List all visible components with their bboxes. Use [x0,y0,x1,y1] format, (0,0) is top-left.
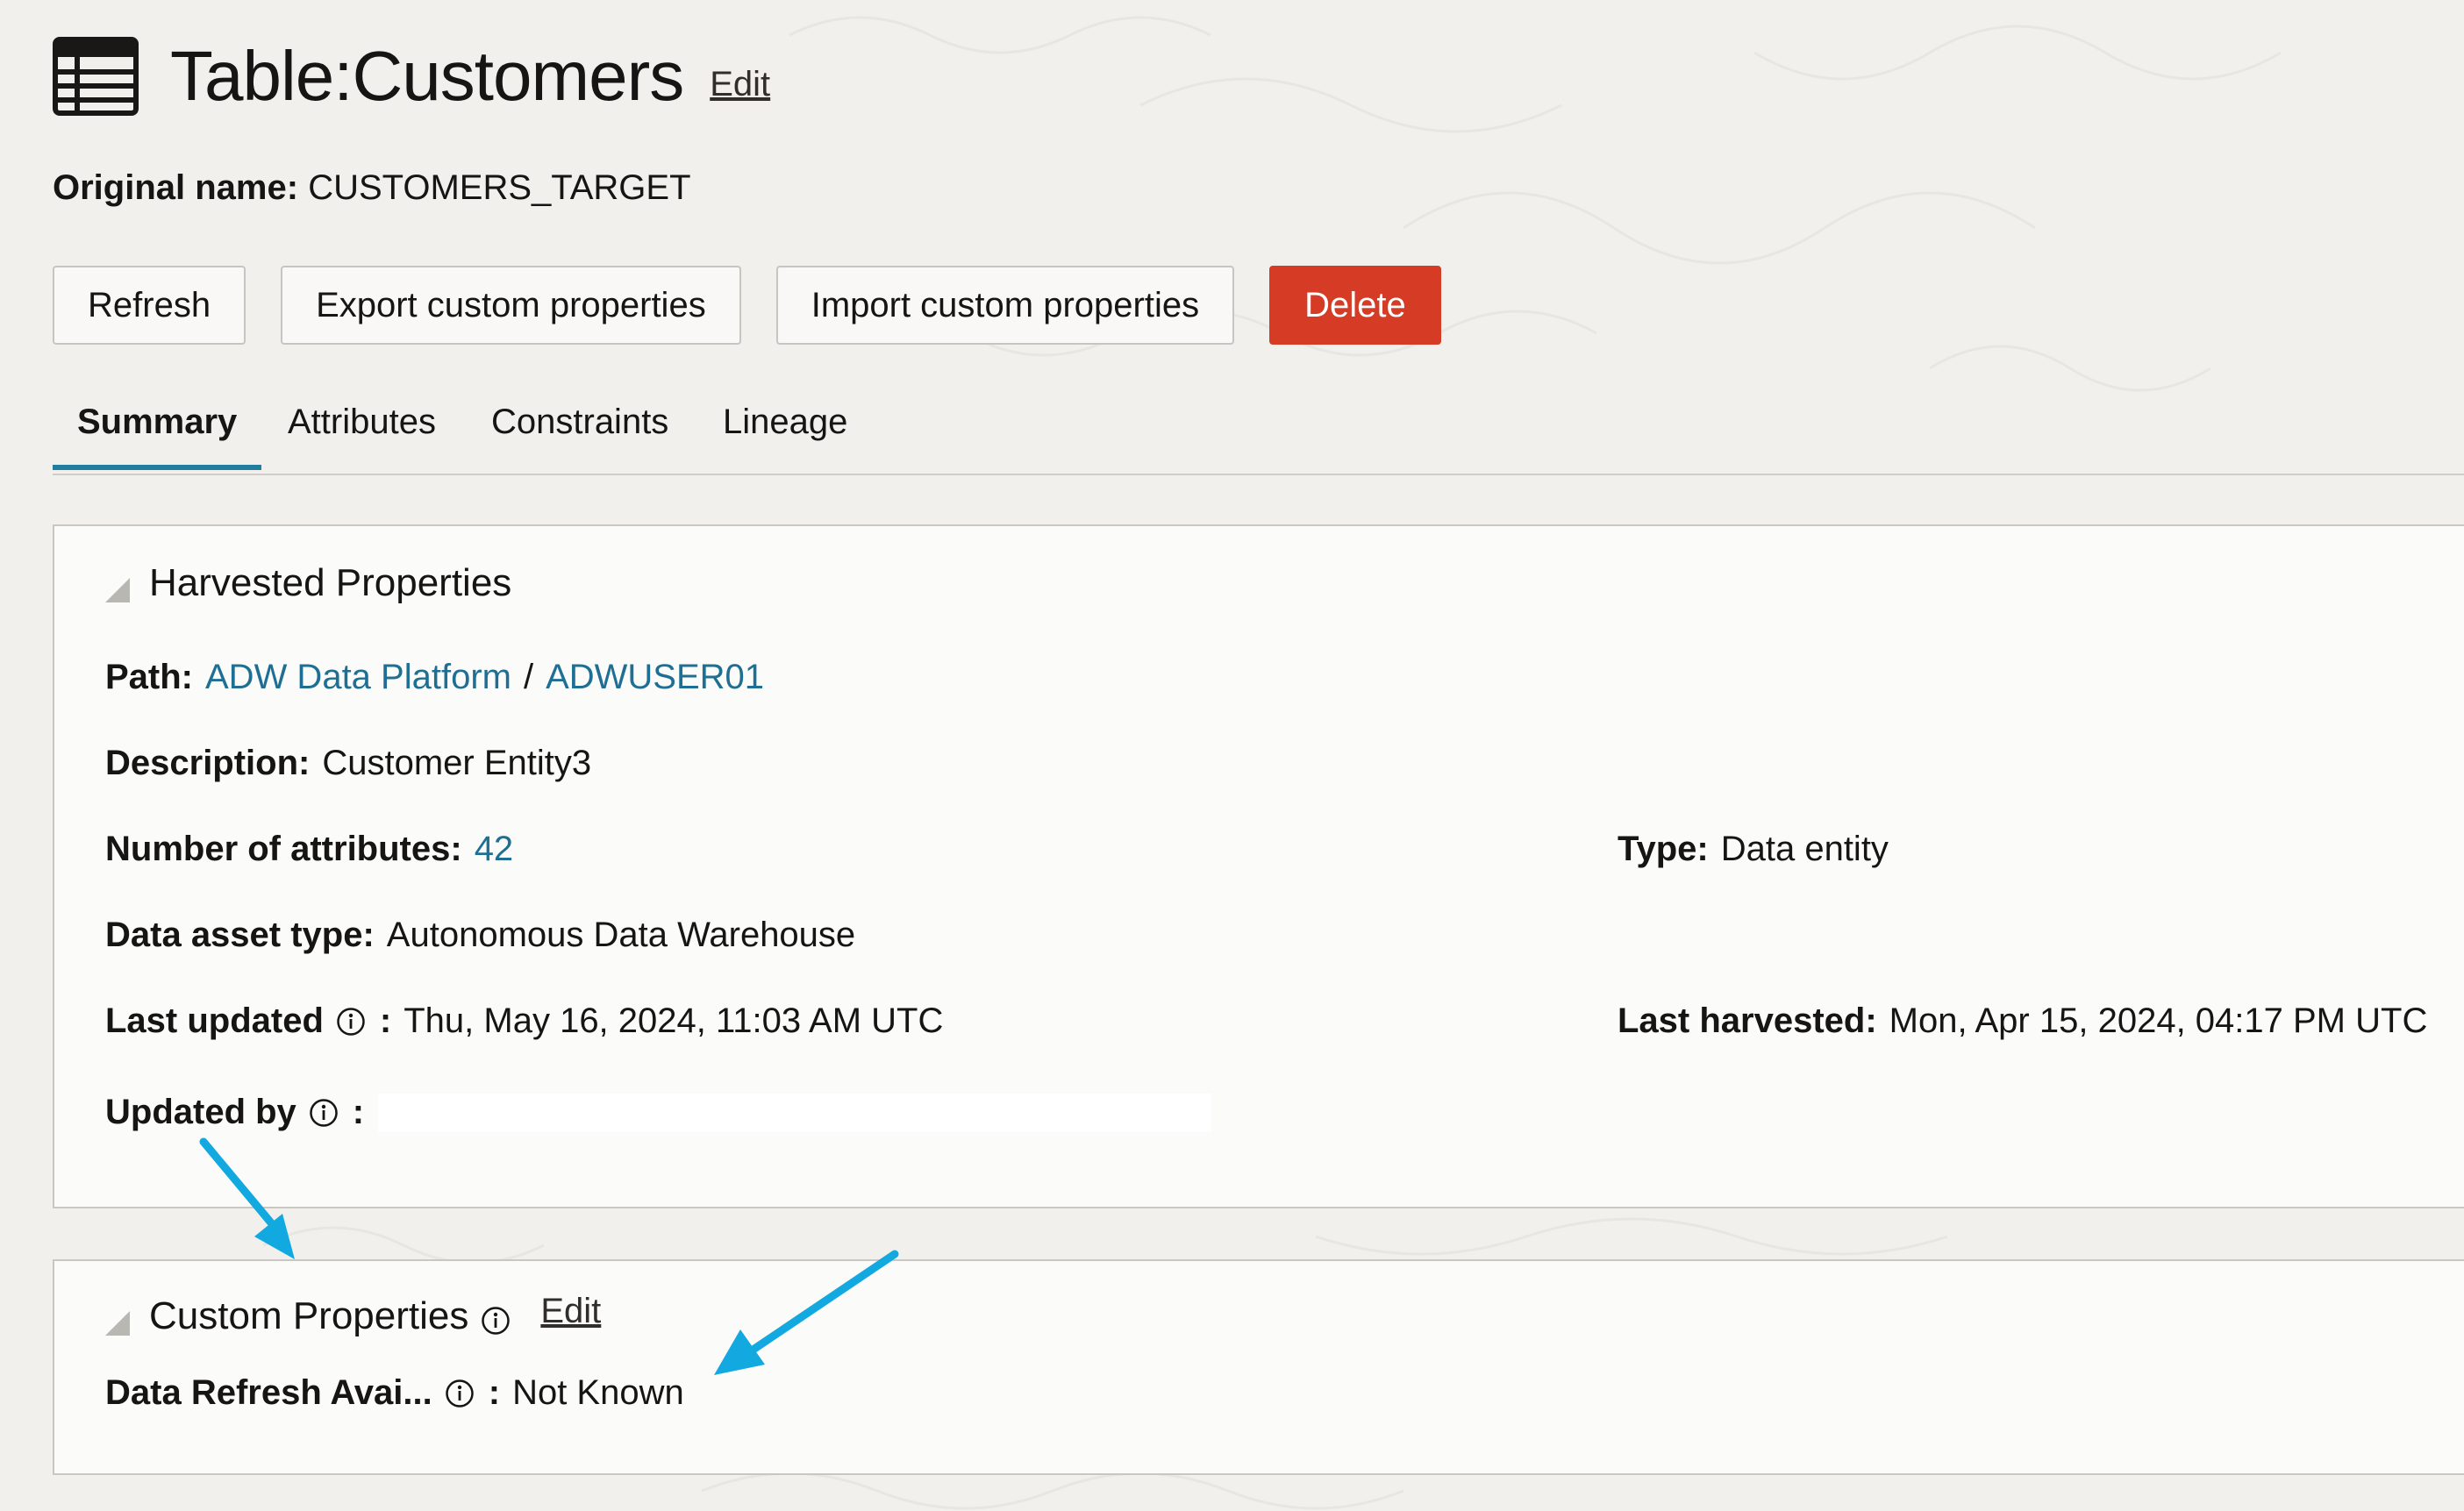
description-label: Description: [105,744,311,782]
type-label: Type: [1618,830,1709,868]
last-harvested-value: Mon, Apr 15, 2024, 04:17 PM UTC [1889,1001,2428,1040]
path-separator: / [523,658,534,696]
page-title: Table:Customers [170,37,684,115]
type-value: Data entity [1720,830,1889,868]
data-asset-type-row: Data asset type: Autonomous Data Warehou… [105,916,855,955]
data-refresh-colon: : [488,1373,501,1412]
tab-summary[interactable]: Summary [77,379,237,465]
path-link-schema[interactable]: ADWUSER01 [546,658,764,697]
original-name-value: CUSTOMERS_TARGET [308,168,691,207]
last-harvested-label: Last harvested: [1618,1001,1877,1040]
updated-by-label: Updated by [105,1093,296,1131]
description-value: Customer Entity3 [322,744,592,782]
info-icon[interactable] [481,1306,511,1336]
tab-constraints[interactable]: Constraints [491,379,668,465]
updated-by-row: Updated by : [105,1093,1212,1132]
info-icon[interactable] [445,1379,475,1408]
last-updated-label: Last updated [105,1001,324,1040]
refresh-button[interactable]: Refresh [53,266,246,345]
data-refresh-row: Data Refresh Avai... : Not Known [105,1373,684,1413]
tab-lineage[interactable]: Lineage [723,379,847,465]
description-row: Description: Customer Entity3 [105,744,591,783]
info-icon[interactable] [336,1007,366,1037]
data-asset-type-value: Autonomous Data Warehouse [386,916,856,954]
harvested-properties-title: Harvested Properties [149,561,512,604]
custom-properties-panel: Custom Properties Edit Data Refresh Avai… [53,1259,2464,1475]
title-edit-link[interactable]: Edit [710,65,770,104]
collapse-triangle-icon[interactable] [105,578,130,602]
page-header: Table:Customers Edit [53,28,770,125]
path-row: Path: ADW Data Platform / ADWUSER01 [105,658,764,697]
original-name: Original name: CUSTOMERS_TARGET [53,168,691,208]
custom-properties-edit-link[interactable]: Edit [540,1292,601,1331]
collapse-triangle-icon[interactable] [105,1311,130,1336]
number-of-attributes-link[interactable]: 42 [475,830,514,869]
redacted-updated-by-value [378,1093,1212,1132]
data-asset-type-label: Data asset type: [105,916,375,954]
tab-bar: Summary Attributes Constraints Lineage [53,379,2464,475]
delete-button[interactable]: Delete [1269,266,1441,345]
last-updated-value: Thu, May 16, 2024, 11:03 AM UTC [404,1001,944,1040]
data-refresh-label: Data Refresh Avai... [105,1373,432,1412]
table-icon [53,37,139,116]
original-name-label: Original name: [53,168,299,207]
path-label: Path: [105,658,193,696]
last-updated-row: Last updated : Thu, May 16, 2024, 11:03 … [105,1001,943,1041]
number-of-attributes-row: Number of attributes: 42 [105,830,513,869]
data-refresh-value: Not Known [512,1373,684,1412]
last-updated-colon: : [379,1001,392,1040]
tab-attributes[interactable]: Attributes [288,379,436,465]
import-custom-properties-button[interactable]: Import custom properties [775,266,1235,345]
updated-by-colon: : [352,1093,365,1131]
type-row: Type: Data entity [1618,830,1889,869]
active-tab-indicator [53,465,261,470]
last-harvested-row: Last harvested: Mon, Apr 15, 2024, 04:17… [1618,1001,2427,1041]
action-toolbar: Refresh Export custom properties Import … [53,266,1476,345]
number-of-attributes-label: Number of attributes: [105,830,462,868]
info-icon[interactable] [309,1098,339,1128]
export-custom-properties-button[interactable]: Export custom properties [281,266,741,345]
path-link-data-platform[interactable]: ADW Data Platform [205,658,511,697]
custom-properties-title: Custom Properties [149,1294,469,1337]
custom-properties-header[interactable]: Custom Properties Edit [105,1292,601,1338]
harvested-properties-header[interactable]: Harvested Properties [105,561,511,605]
harvested-properties-panel: Harvested Properties Path: ADW Data Plat… [53,524,2464,1208]
